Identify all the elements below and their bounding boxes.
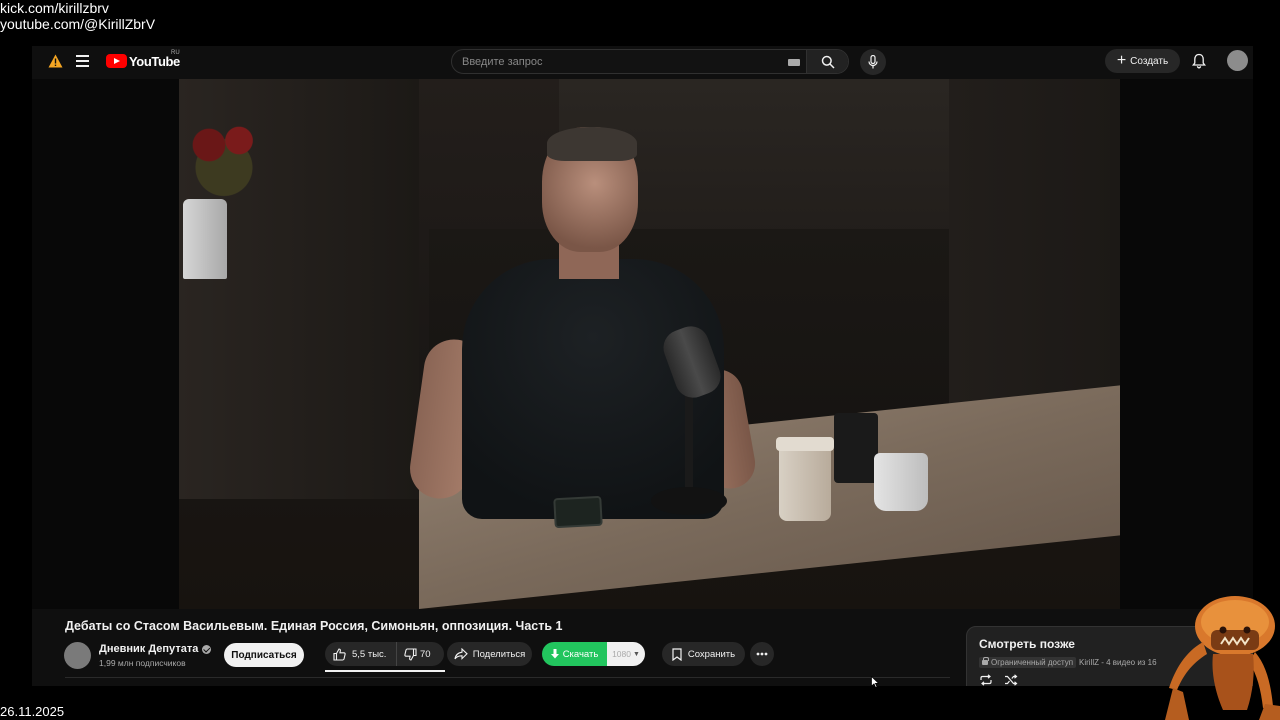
video-frame xyxy=(179,79,1120,609)
like-count: 5,5 тыс. xyxy=(352,648,387,660)
hamburger-menu-icon[interactable] xyxy=(76,55,89,67)
masthead: YouTube RU + Создать xyxy=(32,46,1253,78)
dislike-button[interactable]: 70 xyxy=(397,642,431,666)
download-button[interactable]: Скачать xyxy=(542,642,607,666)
channel-avatar[interactable] xyxy=(64,642,91,669)
streamer-mascot-sticker xyxy=(1165,596,1280,720)
video-title: Дебаты со Стасом Васильевым. Единая Росс… xyxy=(65,619,563,633)
download-arrow-icon xyxy=(550,649,559,659)
channel-name-text: Дневник Депутата xyxy=(99,643,199,655)
search-icon xyxy=(821,55,835,69)
verified-icon xyxy=(202,644,212,654)
quality-select[interactable]: 1080 ▼ xyxy=(607,642,645,666)
playlist-owner-info: KirillZ - 4 видео из 16 xyxy=(1079,658,1157,667)
date-overlay: 26.11.2025 xyxy=(0,704,65,719)
playlist-meta: Ограниченный доступ KirillZ - 4 видео из… xyxy=(979,657,1157,668)
youtube-play-icon xyxy=(106,54,127,68)
download-label: Скачать xyxy=(562,648,599,660)
video-player[interactable] xyxy=(32,79,1253,609)
notifications-bell-icon[interactable] xyxy=(1191,53,1207,69)
share-icon xyxy=(454,648,468,660)
save-button[interactable]: Сохранить xyxy=(662,642,745,666)
stream-overlay-youtube: youtube.com/@KirillZbrV xyxy=(0,16,156,32)
share-label: Поделиться xyxy=(472,648,526,660)
share-button[interactable]: Поделиться xyxy=(447,642,532,666)
account-avatar[interactable] xyxy=(1227,50,1248,71)
youtube-logo[interactable]: YouTube xyxy=(106,53,180,69)
create-button[interactable]: + Создать xyxy=(1105,49,1180,73)
lock-icon xyxy=(982,657,989,665)
bookmark-icon xyxy=(672,647,682,661)
access-badge: Ограниченный доступ xyxy=(979,657,1077,668)
like-button[interactable]: 5,5 тыс. xyxy=(325,642,397,666)
plus-icon: + xyxy=(1116,52,1127,69)
search-box xyxy=(451,49,849,74)
subscriber-count: 1,99 млн подписчиков xyxy=(99,658,186,668)
create-label: Создать xyxy=(1130,55,1169,67)
more-actions-button[interactable] xyxy=(750,642,774,666)
search-input[interactable] xyxy=(452,50,806,73)
thumbs-down-icon xyxy=(404,647,417,661)
like-ratio-bar xyxy=(325,670,445,672)
browser-window: YouTube RU + Создать xyxy=(32,46,1253,686)
search-button[interactable] xyxy=(806,50,848,73)
chevron-down-icon: ▼ xyxy=(632,650,640,658)
like-dislike-group: 5,5 тыс. 70 xyxy=(325,642,444,666)
keyboard-icon[interactable] xyxy=(788,59,800,66)
thumbs-up-icon xyxy=(333,647,346,661)
loop-icon[interactable] xyxy=(979,674,993,686)
subscribe-button[interactable]: Подписаться xyxy=(224,643,304,667)
quality-value: 1080 xyxy=(612,649,631,659)
voice-search-button[interactable] xyxy=(860,49,886,75)
channel-name[interactable]: Дневник Депутата xyxy=(99,643,212,655)
access-label: Ограниченный доступ xyxy=(991,658,1074,667)
microphone-icon xyxy=(868,55,878,69)
stream-overlay-kick: kick.com/kirillzbrv xyxy=(0,0,109,16)
playlist-title: Смотреть позже xyxy=(979,637,1075,651)
shuffle-icon[interactable] xyxy=(1004,674,1018,686)
more-dots-icon xyxy=(756,652,768,656)
region-code: RU xyxy=(171,50,180,56)
warning-icon xyxy=(48,54,63,68)
save-label: Сохранить xyxy=(687,648,736,660)
dislike-count: 70 xyxy=(420,648,431,660)
divider xyxy=(65,677,950,678)
mouse-cursor-icon xyxy=(871,676,879,688)
